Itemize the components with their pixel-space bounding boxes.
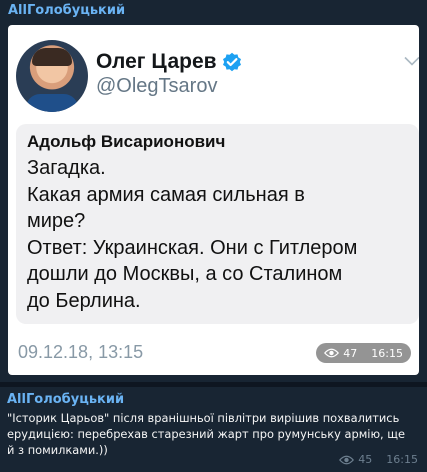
verified-badge-icon: [223, 52, 241, 72]
chevron-down-icon: [404, 56, 419, 66]
view-count: 45: [358, 453, 373, 466]
message-time: 16:15: [386, 453, 418, 466]
quote-line: мире?: [27, 210, 86, 233]
message-text: "Історик Царьов" після вранішньої півліт…: [7, 411, 406, 457]
quoted-author: Адольф Висарионович: [27, 132, 226, 151]
quote-line: Ответ: Украинская. Они с Гитлером: [27, 236, 358, 259]
tweet-date: 09.12.18, 13:15: [18, 342, 144, 362]
quote-line: дошли до Москвы, а со Сталином: [27, 263, 343, 286]
message-meta: 45 16:15: [339, 453, 418, 466]
message-time: 16:15: [371, 346, 403, 360]
message-post-2[interactable]: AllГолобуцький "Історик Царьов" після вр…: [0, 387, 427, 472]
quote-line: Какая армия самая сильная в: [27, 183, 305, 206]
message-post-1[interactable]: AllГолобуцький Олег Царев @OlegTsarov Ад…: [0, 0, 427, 382]
quote-line: Загадка.: [27, 157, 106, 179]
message-meta: 47 16:15: [316, 343, 411, 363]
view-count: 47: [343, 346, 358, 360]
eye-icon: [324, 348, 340, 358]
channel-name[interactable]: AllГолобуцький: [8, 3, 125, 18]
tweet-screenshot-image[interactable]: Олег Царев @OlegTsarov Адольф Висарионов…: [8, 25, 419, 375]
eye-icon: [339, 455, 355, 464]
quoted-message: Адольф Висарионович Загадка. Какая армия…: [16, 124, 419, 324]
channel-name[interactable]: AllГолобуцький: [7, 392, 124, 407]
quote-line: до Берлина.: [27, 289, 141, 312]
tweet-handle: @OlegTsarov: [96, 75, 218, 97]
avatar: [16, 40, 88, 112]
tweet-author-name: Олег Царев: [96, 50, 217, 73]
